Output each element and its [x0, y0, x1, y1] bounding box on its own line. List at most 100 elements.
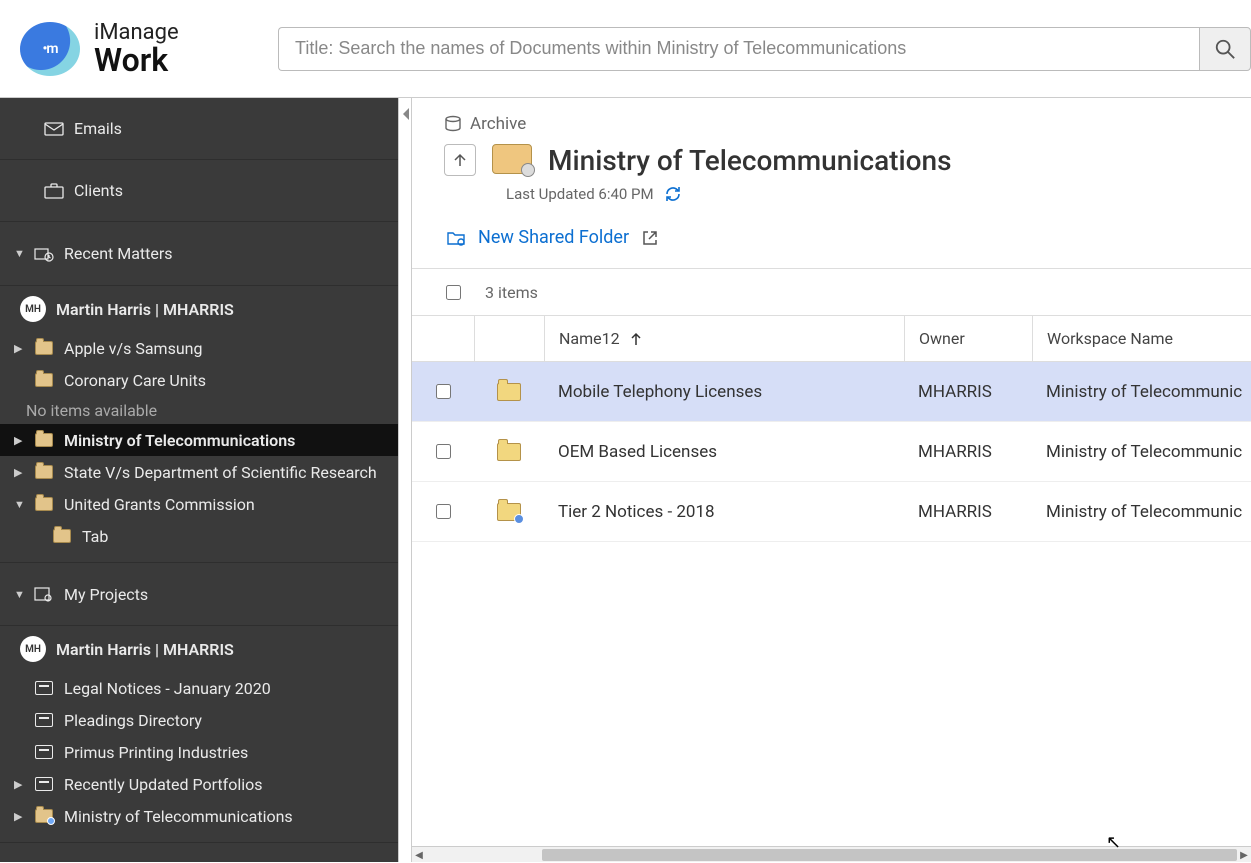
folder-share-icon: [34, 808, 54, 824]
external-link-icon[interactable]: [641, 229, 659, 247]
brand-line2: Work: [94, 44, 179, 76]
workspace-icon: [492, 144, 532, 174]
project-ministry-telecom[interactable]: ▶ Ministry of Telecommunications: [0, 800, 398, 832]
box-icon: [34, 776, 54, 792]
refresh-icon[interactable]: [664, 185, 682, 203]
mail-icon: [44, 121, 64, 137]
folder-icon: [497, 443, 521, 461]
scroll-right-button[interactable]: ▶: [1237, 847, 1251, 863]
tree-label: Pleadings Directory: [64, 711, 202, 730]
main-content: Archive Ministry of Telecommunications L…: [412, 98, 1251, 862]
matter-state-research[interactable]: ▶ State V/s Department of Scientific Res…: [0, 456, 398, 488]
section-label: Recent Matters: [64, 244, 173, 263]
row-checkbox[interactable]: [436, 504, 451, 519]
chevron-right-icon: ▶: [14, 466, 26, 479]
sort-asc-icon: [630, 332, 642, 346]
table-row[interactable]: OEM Based LicensesMHARRISMinistry of Tel…: [412, 422, 1251, 482]
sidebar[interactable]: Emails Clients ▼ Recent Matters MH Marti…: [0, 98, 398, 862]
tree-label: Primus Printing Industries: [64, 743, 248, 762]
chevron-down-icon: ▼: [14, 247, 26, 260]
matter-coronary[interactable]: ▶ Coronary Care Units: [0, 364, 398, 396]
up-button[interactable]: [444, 144, 476, 176]
table-row[interactable]: Mobile Telephony LicensesMHARRISMinistry…: [412, 362, 1251, 422]
tree-label: Recently Updated Portfolios: [64, 775, 263, 794]
project-pleadings[interactable]: ▶ Pleadings Directory: [0, 704, 398, 736]
col-label: Workspace Name: [1047, 329, 1173, 348]
table-row[interactable]: Tier 2 Notices - 2018MHARRISMinistry of …: [412, 482, 1251, 542]
horizontal-scrollbar[interactable]: ◀ ▶: [412, 846, 1251, 862]
recent-icon: [34, 246, 54, 262]
last-updated: Last Updated 6:40 PM: [506, 185, 654, 203]
tree-label: Coronary Care Units: [64, 371, 206, 390]
section-my-projects[interactable]: ▼ My Projects: [0, 562, 398, 626]
app-logo[interactable]: •m iManage Work: [20, 22, 278, 76]
col-workspace[interactable]: Workspace Name: [1032, 316, 1251, 361]
tree-label: Apple v/s Samsung: [64, 339, 202, 358]
col-name[interactable]: Name12: [544, 316, 904, 361]
tree-label: Tab: [82, 527, 108, 546]
chevron-right-icon: ▶: [14, 434, 26, 447]
folder-icon: [34, 464, 54, 480]
arrow-up-icon: [452, 152, 468, 168]
project-recent-portfolios[interactable]: ▶ Recently Updated Portfolios: [0, 768, 398, 800]
row-checkbox[interactable]: [436, 444, 451, 459]
col-label: Owner: [919, 329, 965, 348]
scroll-left-button[interactable]: ◀: [412, 847, 426, 863]
chevron-down-icon: ▼: [14, 498, 26, 511]
folder-icon: [34, 340, 54, 356]
cell-workspace: Ministry of Telecommunic: [1032, 502, 1251, 522]
cell-workspace: Ministry of Telecommunic: [1032, 382, 1251, 402]
matter-tab[interactable]: Tab: [0, 520, 398, 552]
cell-workspace: Ministry of Telecommunic: [1032, 442, 1251, 462]
search-button[interactable]: [1199, 27, 1251, 71]
scroll-thumb[interactable]: [542, 849, 1237, 861]
nav-label: Clients: [74, 181, 123, 200]
tree-label: State V/s Department of Scientific Resea…: [64, 463, 377, 482]
matter-united-grants[interactable]: ▼ United Grants Commission: [0, 488, 398, 520]
box-icon: [34, 712, 54, 728]
box-icon: [34, 680, 54, 696]
select-all-checkbox[interactable]: [446, 285, 461, 300]
matter-apple-samsung[interactable]: ▶ Apple v/s Samsung: [0, 332, 398, 364]
chevron-right-icon: ▶: [14, 778, 26, 791]
cell-owner: MHARRIS: [904, 502, 1032, 522]
section-my-favorites[interactable]: ▼ My Favorites: [0, 842, 398, 862]
sidebar-resizer[interactable]: [398, 98, 412, 862]
search-input[interactable]: [278, 27, 1199, 71]
search-icon: [1214, 38, 1236, 60]
user-label: Martin Harris | MHARRIS: [56, 640, 234, 659]
chevron-down-icon: ▼: [14, 588, 26, 601]
logo-icon: •m: [20, 22, 80, 76]
nav-clients[interactable]: Clients: [0, 160, 398, 222]
project-legal-notices[interactable]: ▶ Legal Notices - January 2020: [0, 672, 398, 704]
new-folder-icon: [446, 229, 466, 247]
table-header: Name12 Owner Workspace Name: [412, 316, 1251, 362]
new-shared-folder-link[interactable]: New Shared Folder: [478, 227, 629, 248]
briefcase-icon: [44, 183, 64, 199]
col-owner[interactable]: Owner: [904, 316, 1032, 361]
tree-label: Ministry of Telecommunications: [64, 431, 295, 450]
nav-label: Emails: [74, 119, 122, 138]
cell-name: Mobile Telephony Licenses: [544, 382, 904, 402]
recent-user[interactable]: MH Martin Harris | MHARRIS: [0, 286, 398, 332]
breadcrumb[interactable]: Archive: [412, 98, 1251, 134]
avatar: MH: [20, 636, 46, 662]
folder-icon: [52, 528, 72, 544]
folder-icon: [34, 496, 54, 512]
project-primus[interactable]: ▶ Primus Printing Industries: [0, 736, 398, 768]
tree-label: United Grants Commission: [64, 495, 255, 514]
section-recent-matters[interactable]: ▼ Recent Matters: [0, 222, 398, 286]
folder-icon: [497, 383, 521, 401]
projects-user[interactable]: MH Martin Harris | MHARRIS: [0, 626, 398, 672]
col-label: Name12: [559, 329, 620, 348]
box-icon: [34, 744, 54, 760]
avatar: MH: [20, 296, 46, 322]
cell-name: Tier 2 Notices - 2018: [544, 502, 904, 522]
matter-ministry-telecom[interactable]: ▶ Ministry of Telecommunications: [0, 424, 398, 456]
no-items-label: No items available: [0, 396, 398, 424]
row-checkbox[interactable]: [436, 384, 451, 399]
folder-icon: [34, 372, 54, 388]
folder-share-icon: [497, 503, 521, 521]
nav-emails[interactable]: Emails: [0, 98, 398, 160]
user-label: Martin Harris | MHARRIS: [56, 300, 234, 319]
